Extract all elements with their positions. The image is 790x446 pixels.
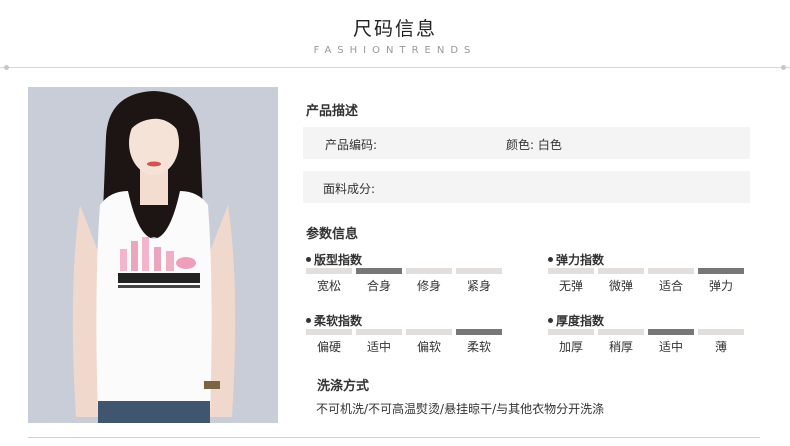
param-thickness-bars [548, 329, 748, 335]
param-softness-bar-1 [306, 329, 352, 335]
param-thickness-bar-3 [648, 329, 694, 335]
param-softness-bars [306, 329, 506, 335]
param-thickness-bar-2 [598, 329, 644, 335]
param-elasticity-bar-3 [648, 268, 694, 274]
param-elasticity-label-4: 弹力 [708, 279, 733, 293]
param-elasticity-title: 弹力指数 [548, 251, 604, 268]
params-heading: 参数信息 [306, 227, 359, 242]
wash-instructions: 不可机洗/不可高温熨烫/悬挂晾干/与其他衣物分开洗涤 [316, 402, 605, 416]
param-thickness-title: 厚度指数 [548, 312, 604, 329]
divider-dot-left [4, 65, 9, 70]
bottom-divider [28, 437, 760, 438]
param-softness-bar-3 [406, 329, 452, 335]
product-code-label: 产品编码: [325, 138, 378, 152]
param-elasticity-label-3: 适合 [658, 279, 683, 293]
page-subtitle: FASHIONTRENDS [313, 45, 477, 56]
param-elasticity-bar-4 [698, 268, 744, 274]
param-elasticity-label-2: 微弹 [608, 279, 633, 293]
param-softness-label-4: 柔软 [466, 340, 491, 354]
param-elasticity-bars [548, 268, 748, 274]
param-thickness-label-4: 薄 [714, 340, 727, 354]
wash-heading: 洗涤方式 [317, 379, 370, 394]
param-fit-bar-3 [406, 268, 452, 274]
param-fit-title: 版型指数 [306, 251, 362, 268]
param-softness-label-3: 偏软 [416, 340, 441, 354]
param-thickness-bar-1 [548, 329, 594, 335]
param-fit-bar-2 [356, 268, 402, 274]
header-divider [0, 67, 790, 68]
param-fit-label-4: 紧身 [466, 279, 491, 293]
description-row-fabric: 面料成分: [303, 171, 750, 203]
param-softness-label-1: 偏硬 [316, 340, 341, 354]
fabric-label: 面料成分: [323, 182, 376, 196]
description-row-code: 产品编码: 颜色: 白色 [303, 127, 750, 159]
param-fit-bars [306, 268, 506, 274]
divider-dot-right [781, 65, 786, 70]
param-thickness-label-2: 稍厚 [608, 340, 633, 354]
product-photo [28, 87, 278, 423]
param-fit-label-3: 修身 [416, 279, 441, 293]
param-fit-label-1: 宽松 [316, 279, 341, 293]
param-fit-bar-1 [306, 268, 352, 274]
param-elasticity-bar-1 [548, 268, 594, 274]
param-softness-label-2: 适中 [366, 340, 391, 354]
description-heading: 产品描述 [306, 104, 359, 119]
param-thickness-label-3: 适中 [658, 340, 683, 354]
param-softness-bar-2 [356, 329, 402, 335]
page-title: 尺码信息 [352, 18, 437, 40]
color-label: 颜色: 白色 [506, 138, 562, 152]
param-elasticity-label-1: 无弹 [558, 279, 583, 293]
param-softness-title: 柔软指数 [306, 312, 362, 329]
param-fit-label-2: 合身 [366, 279, 391, 293]
param-fit-bar-4 [456, 268, 502, 274]
param-elasticity-bar-2 [598, 268, 644, 274]
param-softness-bar-4 [456, 329, 502, 335]
param-thickness-label-1: 加厚 [558, 340, 583, 354]
param-thickness-bar-4 [698, 329, 744, 335]
